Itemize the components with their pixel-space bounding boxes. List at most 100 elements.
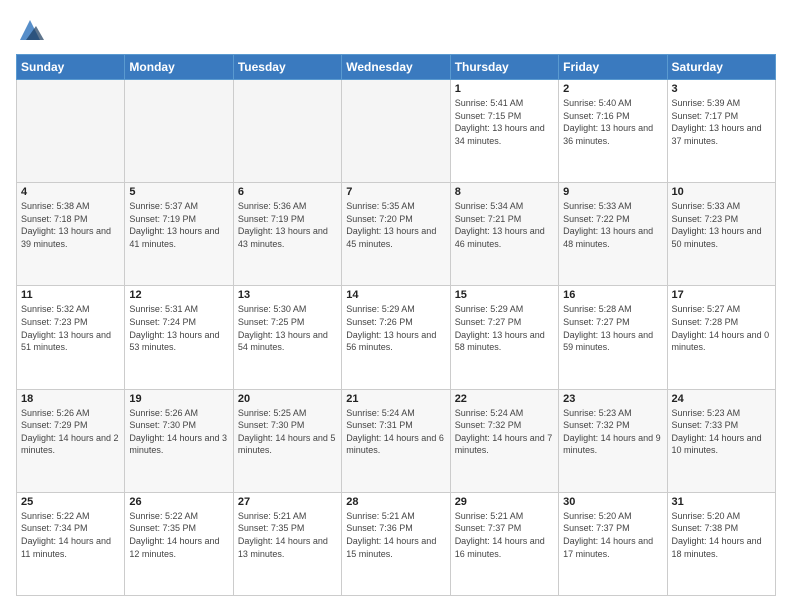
calendar-cell: 29 Sunrise: 5:21 AMSunset: 7:37 PMDayligh… <box>450 492 558 595</box>
day-number: 24 <box>672 393 771 405</box>
day-number: 21 <box>346 393 445 405</box>
calendar-cell: 18 Sunrise: 5:26 AMSunset: 7:29 PMDayligh… <box>17 389 125 492</box>
calendar-cell: 13 Sunrise: 5:30 AMSunset: 7:25 PMDayligh… <box>233 286 341 389</box>
day-number: 16 <box>563 289 662 301</box>
day-info: Sunrise: 5:41 AMSunset: 7:15 PMDaylight:… <box>455 97 554 147</box>
day-number: 23 <box>563 393 662 405</box>
day-number: 13 <box>238 289 337 301</box>
day-info: Sunrise: 5:21 AMSunset: 7:37 PMDaylight:… <box>455 510 554 560</box>
calendar-cell: 8 Sunrise: 5:34 AMSunset: 7:21 PMDaylight… <box>450 183 558 286</box>
day-info: Sunrise: 5:40 AMSunset: 7:16 PMDaylight:… <box>563 97 662 147</box>
day-info: Sunrise: 5:31 AMSunset: 7:24 PMDaylight:… <box>129 303 228 353</box>
calendar-header-row: SundayMondayTuesdayWednesdayThursdayFrid… <box>17 55 776 80</box>
day-info: Sunrise: 5:29 AMSunset: 7:26 PMDaylight:… <box>346 303 445 353</box>
day-number: 6 <box>238 186 337 198</box>
weekday-header-tuesday: Tuesday <box>233 55 341 80</box>
day-number: 29 <box>455 496 554 508</box>
calendar-cell: 30Sunrise: 5:20 AMSunset: 7:37 PMDayligh… <box>559 492 667 595</box>
calendar-cell <box>17 80 125 183</box>
calendar-cell: 21 Sunrise: 5:24 AMSunset: 7:31 PMDayligh… <box>342 389 450 492</box>
calendar-cell: 17 Sunrise: 5:27 AMSunset: 7:28 PMDayligh… <box>667 286 775 389</box>
day-info: Sunrise: 5:34 AMSunset: 7:21 PMDaylight:… <box>455 200 554 250</box>
day-number: 18 <box>21 393 120 405</box>
calendar-cell: 7 Sunrise: 5:35 AMSunset: 7:20 PMDaylight… <box>342 183 450 286</box>
calendar-cell: 1Sunrise: 5:41 AMSunset: 7:15 PMDaylight… <box>450 80 558 183</box>
weekday-header-saturday: Saturday <box>667 55 775 80</box>
weekday-header-thursday: Thursday <box>450 55 558 80</box>
page: SundayMondayTuesdayWednesdayThursdayFrid… <box>0 0 792 612</box>
calendar-cell: 3Sunrise: 5:39 AMSunset: 7:17 PMDaylight… <box>667 80 775 183</box>
day-info: Sunrise: 5:37 AMSunset: 7:19 PMDaylight:… <box>129 200 228 250</box>
calendar-week-5: 25 Sunrise: 5:22 AMSunset: 7:34 PMDayligh… <box>17 492 776 595</box>
day-info: Sunrise: 5:24 AMSunset: 7:31 PMDaylight:… <box>346 407 445 457</box>
day-info: Sunrise: 5:35 AMSunset: 7:20 PMDaylight:… <box>346 200 445 250</box>
day-number: 15 <box>455 289 554 301</box>
calendar-cell: 22 Sunrise: 5:24 AMSunset: 7:32 PMDayligh… <box>450 389 558 492</box>
day-number: 17 <box>672 289 771 301</box>
day-info: Sunrise: 5:23 AMSunset: 7:33 PMDaylight:… <box>672 407 771 457</box>
weekday-header-friday: Friday <box>559 55 667 80</box>
day-info: Sunrise: 5:38 AMSunset: 7:18 PMDaylight:… <box>21 200 120 250</box>
day-number: 10 <box>672 186 771 198</box>
day-number: 11 <box>21 289 120 301</box>
day-info: Sunrise: 5:33 AMSunset: 7:22 PMDaylight:… <box>563 200 662 250</box>
day-info: Sunrise: 5:30 AMSunset: 7:25 PMDaylight:… <box>238 303 337 353</box>
calendar-cell: 10 Sunrise: 5:33 AMSunset: 7:23 PMDayligh… <box>667 183 775 286</box>
day-number: 5 <box>129 186 228 198</box>
day-info: Sunrise: 5:32 AMSunset: 7:23 PMDaylight:… <box>21 303 120 353</box>
calendar-cell: 9Sunrise: 5:33 AMSunset: 7:22 PMDaylight… <box>559 183 667 286</box>
weekday-header-monday: Monday <box>125 55 233 80</box>
day-info: Sunrise: 5:25 AMSunset: 7:30 PMDaylight:… <box>238 407 337 457</box>
day-info: Sunrise: 5:22 AMSunset: 7:35 PMDaylight:… <box>129 510 228 560</box>
calendar-cell <box>125 80 233 183</box>
day-number: 31 <box>672 496 771 508</box>
day-number: 28 <box>346 496 445 508</box>
day-number: 25 <box>21 496 120 508</box>
day-number: 22 <box>455 393 554 405</box>
calendar-cell: 6 Sunrise: 5:36 AMSunset: 7:19 PMDaylight… <box>233 183 341 286</box>
day-info: Sunrise: 5:27 AMSunset: 7:28 PMDaylight:… <box>672 303 771 353</box>
day-info: Sunrise: 5:33 AMSunset: 7:23 PMDaylight:… <box>672 200 771 250</box>
weekday-header-sunday: Sunday <box>17 55 125 80</box>
header <box>16 16 776 44</box>
day-number: 3 <box>672 83 771 95</box>
calendar-week-4: 18 Sunrise: 5:26 AMSunset: 7:29 PMDayligh… <box>17 389 776 492</box>
calendar-table: SundayMondayTuesdayWednesdayThursdayFrid… <box>16 54 776 596</box>
calendar-cell: 16 Sunrise: 5:28 AMSunset: 7:27 PMDayligh… <box>559 286 667 389</box>
day-info: Sunrise: 5:26 AMSunset: 7:30 PMDaylight:… <box>129 407 228 457</box>
day-number: 26 <box>129 496 228 508</box>
calendar-cell: 23Sunrise: 5:23 AMSunset: 7:32 PMDayligh… <box>559 389 667 492</box>
calendar-week-3: 11 Sunrise: 5:32 AMSunset: 7:23 PMDayligh… <box>17 286 776 389</box>
calendar-cell: 11 Sunrise: 5:32 AMSunset: 7:23 PMDayligh… <box>17 286 125 389</box>
calendar-cell: 20Sunrise: 5:25 AMSunset: 7:30 PMDayligh… <box>233 389 341 492</box>
day-number: 27 <box>238 496 337 508</box>
day-number: 8 <box>455 186 554 198</box>
weekday-header-wednesday: Wednesday <box>342 55 450 80</box>
day-number: 4 <box>21 186 120 198</box>
day-info: Sunrise: 5:26 AMSunset: 7:29 PMDaylight:… <box>21 407 120 457</box>
calendar-cell: 24 Sunrise: 5:23 AMSunset: 7:33 PMDayligh… <box>667 389 775 492</box>
day-number: 14 <box>346 289 445 301</box>
day-info: Sunrise: 5:24 AMSunset: 7:32 PMDaylight:… <box>455 407 554 457</box>
calendar-cell: 2 Sunrise: 5:40 AMSunset: 7:16 PMDaylight… <box>559 80 667 183</box>
calendar-cell: 14 Sunrise: 5:29 AMSunset: 7:26 PMDayligh… <box>342 286 450 389</box>
logo <box>16 16 48 44</box>
calendar-cell: 31 Sunrise: 5:20 AMSunset: 7:38 PMDayligh… <box>667 492 775 595</box>
day-info: Sunrise: 5:20 AMSunset: 7:38 PMDaylight:… <box>672 510 771 560</box>
calendar-cell: 27Sunrise: 5:21 AMSunset: 7:35 PMDayligh… <box>233 492 341 595</box>
calendar-cell <box>342 80 450 183</box>
day-number: 7 <box>346 186 445 198</box>
day-info: Sunrise: 5:20 AMSunset: 7:37 PMDaylight:… <box>563 510 662 560</box>
calendar-cell: 4 Sunrise: 5:38 AMSunset: 7:18 PMDaylight… <box>17 183 125 286</box>
day-info: Sunrise: 5:22 AMSunset: 7:34 PMDaylight:… <box>21 510 120 560</box>
day-info: Sunrise: 5:36 AMSunset: 7:19 PMDaylight:… <box>238 200 337 250</box>
day-info: Sunrise: 5:21 AMSunset: 7:36 PMDaylight:… <box>346 510 445 560</box>
calendar-cell: 15 Sunrise: 5:29 AMSunset: 7:27 PMDayligh… <box>450 286 558 389</box>
calendar-cell: 12 Sunrise: 5:31 AMSunset: 7:24 PMDayligh… <box>125 286 233 389</box>
calendar-cell <box>233 80 341 183</box>
calendar-cell: 19Sunrise: 5:26 AMSunset: 7:30 PMDayligh… <box>125 389 233 492</box>
day-number: 2 <box>563 83 662 95</box>
day-info: Sunrise: 5:28 AMSunset: 7:27 PMDaylight:… <box>563 303 662 353</box>
day-number: 12 <box>129 289 228 301</box>
day-info: Sunrise: 5:29 AMSunset: 7:27 PMDaylight:… <box>455 303 554 353</box>
